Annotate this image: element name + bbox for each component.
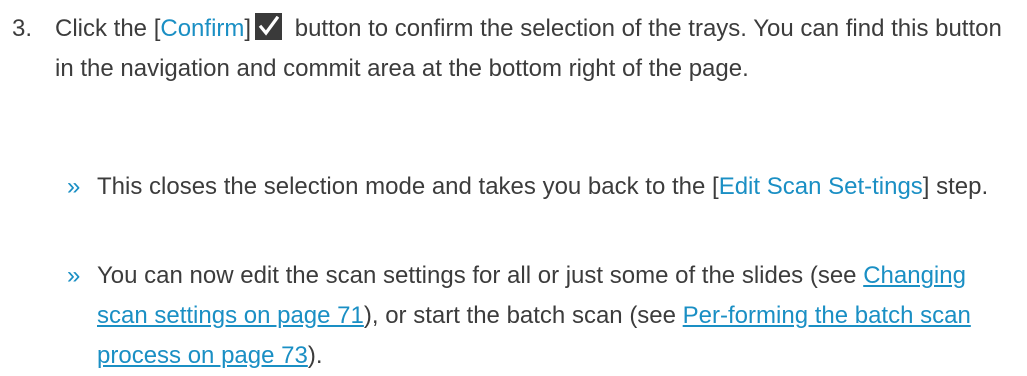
result-text-before: This closes the selection mode and takes… bbox=[97, 173, 719, 200]
step-number: 3. bbox=[12, 15, 33, 42]
result-text-middle: ), or start the batch scan (see bbox=[363, 302, 683, 329]
result-text: You can now edit the scan settings for a… bbox=[97, 256, 1022, 376]
checkmark-icon bbox=[255, 13, 283, 40]
step-text-bracket: ] bbox=[244, 15, 252, 42]
result-marker-icon: » bbox=[67, 173, 81, 200]
edit-scan-settings-ui-reference: Edit Scan Set-tings bbox=[718, 173, 923, 200]
result-text-after: ] step. bbox=[922, 173, 989, 200]
step-text-before: Click the [ bbox=[55, 15, 161, 42]
result-text: This closes the selection mode and takes… bbox=[97, 167, 1022, 207]
result-text-after: ). bbox=[307, 342, 323, 369]
result-text-before: You can now edit the scan settings for a… bbox=[97, 262, 864, 289]
step-text: Click the [Confirm] button to confirm th… bbox=[55, 9, 1020, 89]
confirm-ui-reference: Confirm bbox=[160, 15, 245, 42]
result-marker-icon: » bbox=[67, 262, 81, 289]
